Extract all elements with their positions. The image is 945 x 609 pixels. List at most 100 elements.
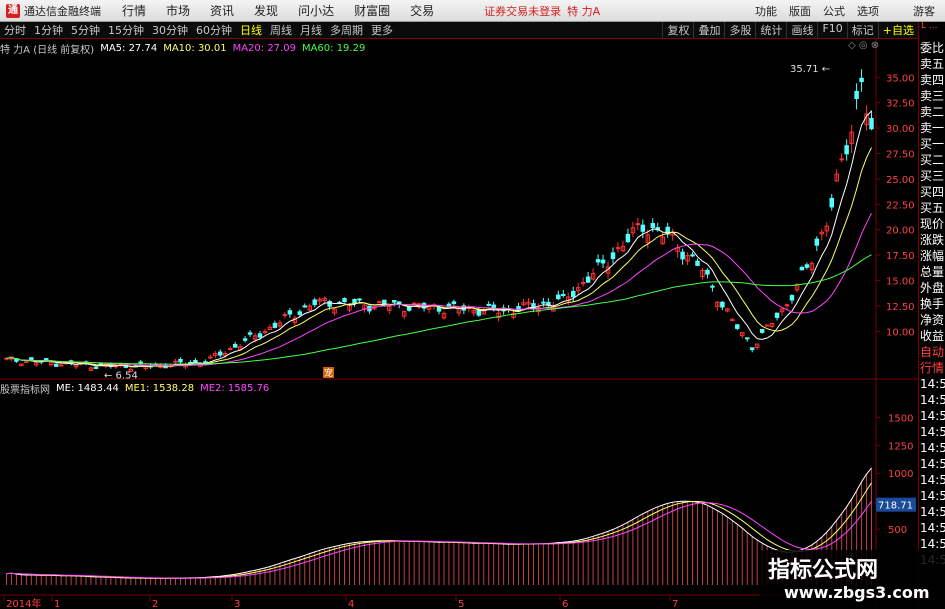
menu-news[interactable]: 资讯 [200,2,244,19]
price-tick-label: 20.00 [886,226,915,237]
sub-legend: 股票指标网 ME: 1483.44 ME1: 1538.28 ME2: 1585… [0,381,275,396]
me2-label: ME2: 1585.76 [200,382,270,394]
side-item[interactable]: 14:50 [919,376,945,392]
period-30min[interactable]: 30分钟 [148,22,192,38]
period-daily[interactable]: 日线 [236,22,266,38]
side-item[interactable]: 自动 [919,344,945,360]
indicator-tick-label: 1000 [888,469,913,480]
side-item[interactable]: 卖五 [919,56,945,72]
candle-body [635,223,641,226]
ma-line-10 [6,147,872,368]
period-monthly[interactable]: 月线 [296,22,326,38]
candle-body [436,306,442,312]
price-tick-label: 27.50 [886,150,915,161]
side-item[interactable]: 外盘 [919,280,945,296]
side-item[interactable]: 收益 [919,328,945,344]
side-item[interactable]: 卖三 [919,88,945,104]
ma-line-5 [6,110,872,368]
menu-trade[interactable]: 交易 [400,2,444,19]
high-annotation: 35.71 ← [790,64,830,75]
side-item[interactable]: 14:50 [919,424,945,440]
side-panel-head[interactable]: L ... [919,22,945,40]
candle-body [774,312,780,318]
price-tick-label: 12.50 [886,302,915,313]
candle-body [352,298,357,304]
side-item[interactable]: 卖一 [919,120,945,136]
candle-body [287,310,293,315]
price-tick-label: 32.50 [886,99,915,110]
chart-control-icons[interactable]: ◇ ◎ ⊗ [848,40,879,51]
app-logo-box: 通 通达信金融终端 [0,3,112,19]
side-item[interactable]: 现价 [919,216,945,232]
menu-options[interactable]: 选项 [851,3,885,19]
side-item[interactable]: 14:50 [919,440,945,456]
candle-body [486,303,491,306]
side-item[interactable]: 总量 [919,264,945,280]
side-item[interactable]: 行情 [919,360,945,376]
candle-body [58,364,64,367]
period-multi[interactable]: 多周期 [326,22,367,38]
side-item[interactable]: 委比 [919,40,945,56]
side-item[interactable]: 14:50 [919,504,945,520]
time-tick-label: 1 [54,599,60,609]
side-item[interactable]: 换手 [919,296,945,312]
candle-body [680,251,685,260]
indicator-tick-label: 1250 [888,441,913,452]
menu-discover[interactable]: 发现 [244,2,288,19]
mark-button[interactable]: 标记 [846,22,878,38]
time-tick-label: 7 [672,599,678,609]
menu-ask[interactable]: 问小达 [288,2,344,19]
stats-button[interactable]: 统计 [755,22,786,38]
side-item[interactable]: 卖四 [919,72,945,88]
candle-body [814,238,820,246]
candle-body [232,343,238,348]
candle-body [764,324,770,327]
side-item[interactable]: 买三 [919,168,945,184]
period-15min[interactable]: 15分钟 [104,22,148,38]
side-item[interactable]: 买一 [919,136,945,152]
side-item[interactable]: 14:50 [919,472,945,488]
period-weekly[interactable]: 周线 [266,22,296,38]
menu-market[interactable]: 市场 [156,2,200,19]
period-timeshare[interactable]: 分时 [0,22,30,38]
period-more[interactable]: 更多 [367,22,397,38]
guest-label[interactable]: 游客 [885,3,945,19]
side-items: 委比 卖五 卖四 卖三 卖二 卖一 买一 买二 买三 买四 买五 现价 涨跌 涨幅 总量 外盘 换手 净资 收益 自动… [919,40,945,568]
top-right-menu: 功能 版面 公式 选项 游客 [749,3,945,19]
side-item[interactable]: 卖二 [919,104,945,120]
side-item[interactable]: 买五 [919,200,945,216]
side-item[interactable]: 14:50 [919,456,945,472]
login-status[interactable]: 证券交易未登录 [484,3,561,19]
side-item[interactable]: 14:50 [919,520,945,536]
adjust-button[interactable]: 复权 [662,22,693,38]
side-item[interactable]: 涨跌 [919,232,945,248]
multi-stock-button[interactable]: 多股 [724,22,755,38]
add-watchlist-button[interactable]: +自选 [877,22,918,38]
period-5min[interactable]: 5分钟 [67,22,104,38]
menu-function[interactable]: 功能 [749,3,783,19]
f10-button[interactable]: F10 [817,22,846,38]
kline-chart[interactable]: 10.00 12.50 15.00 17.50 20.00 22.50 25.00 27.50… [0,39,918,609]
side-item[interactable]: 买二 [919,152,945,168]
menu-formula[interactable]: 公式 [817,3,851,19]
candle-body [193,359,198,363]
watermark-url: www.zbgs3.com [784,583,930,602]
candle-body [640,224,646,232]
side-item[interactable]: 买四 [919,184,945,200]
side-item[interactable]: 净资 [919,312,945,328]
side-item[interactable]: 14:50 [919,408,945,424]
period-60min[interactable]: 60分钟 [192,22,236,38]
side-item[interactable]: 14:50 [919,488,945,504]
draw-line-button[interactable]: 画线 [786,22,817,38]
side-item[interactable]: 14:50 [919,392,945,408]
menu-wealth[interactable]: 财富圈 [344,2,400,19]
menu-quotes[interactable]: 行情 [112,2,156,19]
candle-body [749,347,755,351]
period-1min[interactable]: 1分钟 [30,22,67,38]
chart-tools: 复权 叠加 多股 统计 画线 F10 标记 +自选 [662,22,918,38]
overlay-button[interactable]: 叠加 [693,22,724,38]
menu-layout[interactable]: 版面 [783,3,817,19]
indicator-tick-label: 1500 [888,413,913,424]
side-item[interactable]: 涨幅 [919,248,945,264]
candle-body [327,301,332,307]
